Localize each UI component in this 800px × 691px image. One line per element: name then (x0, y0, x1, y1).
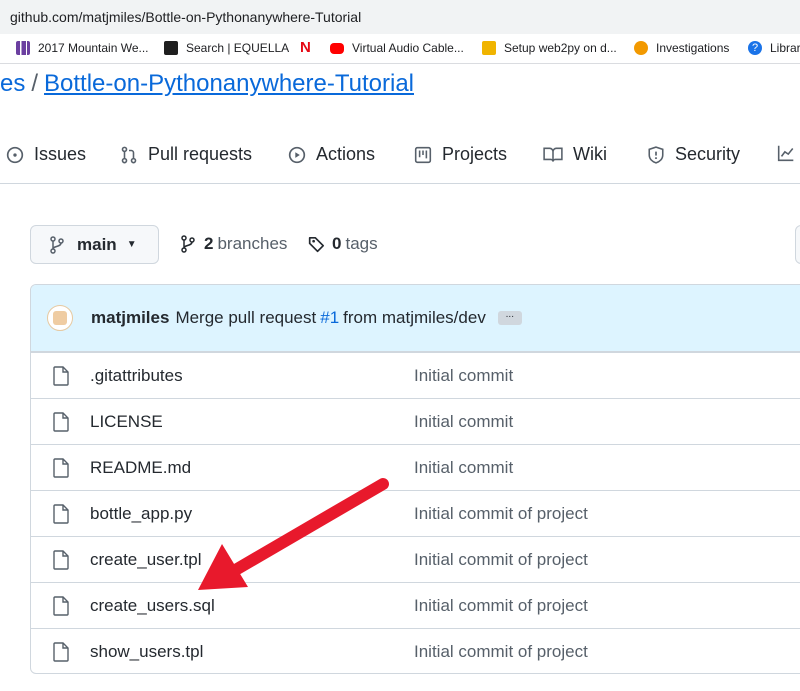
tags-count: 0 (332, 234, 342, 253)
repo-name-link[interactable]: Bottle-on-Pythonanywhere-Tutorial (44, 70, 414, 97)
file-icon (53, 642, 69, 662)
branch-select-button[interactable]: main ▼ (30, 225, 159, 264)
file-name-link[interactable]: create_user.tpl (90, 550, 202, 570)
branches-link[interactable]: 2 branches (180, 234, 287, 254)
tab-actions[interactable]: Actions (288, 144, 375, 165)
bookmark-item[interactable]: ? Librar (748, 41, 800, 55)
file-row[interactable]: bottle_app.py Initial commit of project (31, 490, 800, 536)
bookmark-favicon-icon (164, 41, 178, 55)
file-commit-message-link[interactable]: Initial commit of project (414, 550, 588, 570)
repo-title: es / Bottle-on-Pythonanywhere-Tutorial (0, 70, 414, 98)
file-name-link[interactable]: .gitattributes (90, 366, 183, 386)
book-icon (543, 147, 563, 162)
bookmarks-bar: 2017 Mountain We... Search | EQUELLA N V… (0, 34, 800, 64)
file-row[interactable]: README.md Initial commit (31, 444, 800, 490)
bookmark-favicon-icon (482, 41, 496, 55)
help-icon: ? (748, 41, 762, 55)
file-icon (53, 412, 69, 432)
bookmark-item[interactable]: Virtual Audio Cable... (330, 41, 464, 55)
bookmark-favicon-icon (16, 41, 30, 55)
repo-separator: / (31, 70, 39, 97)
branches-label: branches (217, 234, 288, 253)
file-name-link[interactable]: LICENSE (90, 412, 163, 432)
bookmark-item[interactable]: Setup web2py on d... (482, 41, 617, 55)
tag-icon (308, 236, 325, 253)
file-commit-message-link[interactable]: Initial commit of project (414, 642, 588, 662)
git-branch-icon (50, 235, 64, 254)
file-commit-message-link[interactable]: Initial commit (414, 366, 513, 386)
tab-insights[interactable] (776, 144, 800, 162)
commit-author-link[interactable]: matjmiles (91, 308, 169, 328)
bookmark-item[interactable]: Search | EQUELLA (164, 41, 289, 55)
latest-commit-bar: matjmiles Merge pull request #1 from mat… (31, 285, 800, 352)
file-row[interactable]: show_users.tpl Initial commit of project (31, 628, 800, 673)
shield-icon (648, 145, 664, 164)
avatar[interactable] (47, 305, 73, 331)
file-row[interactable]: .gitattributes Initial commit (31, 352, 800, 398)
netflix-icon: N (300, 39, 311, 56)
tags-label: tags (345, 234, 378, 253)
file-commit-message-link[interactable]: Initial commit (414, 412, 513, 432)
project-table-icon (414, 146, 432, 163)
go-to-file-button[interactable] (795, 225, 800, 264)
file-row[interactable]: create_users.sql Initial commit of projec… (31, 582, 800, 628)
file-name-link[interactable]: README.md (90, 458, 191, 478)
repo-owner-link[interactable]: es (0, 70, 25, 97)
file-commit-message-link[interactable]: Initial commit of project (414, 504, 588, 524)
tags-link[interactable]: 0 tags (308, 234, 378, 254)
commit-message-prefix[interactable]: Merge pull request (175, 308, 316, 328)
play-icon (288, 146, 306, 163)
tab-projects[interactable]: Projects (414, 144, 507, 165)
issue-opened-icon (6, 146, 24, 163)
file-icon (53, 596, 69, 616)
file-name-link[interactable]: bottle_app.py (90, 504, 192, 524)
file-row[interactable]: LICENSE Initial commit (31, 398, 800, 444)
graph-icon (777, 145, 794, 162)
bookmark-item[interactable]: Investigations (634, 41, 729, 55)
file-icon (53, 366, 69, 386)
bookmark-favicon-icon (634, 41, 648, 55)
file-name-link[interactable]: create_users.sql (90, 596, 215, 616)
file-commit-message-link[interactable]: Initial commit (414, 458, 513, 478)
file-name-link[interactable]: show_users.tpl (90, 642, 203, 662)
caret-down-icon: ▼ (126, 239, 137, 250)
tab-issues[interactable]: Issues (6, 144, 86, 165)
commit-expand-button[interactable]: ... (497, 310, 522, 325)
git-pull-request-icon (121, 146, 137, 163)
file-row[interactable]: create_user.tpl Initial commit of project (31, 536, 800, 582)
commit-pr-link[interactable]: #1 (320, 308, 339, 328)
tab-pull-requests[interactable]: Pull requests (120, 144, 252, 165)
file-list: matjmiles Merge pull request #1 from mat… (30, 284, 800, 674)
git-branch-icon (181, 235, 195, 253)
file-commit-message-link[interactable]: Initial commit of project (414, 596, 588, 616)
url-text[interactable]: github.com/matjmiles/Bottle-on-Pythonany… (10, 9, 361, 25)
youtube-icon (330, 42, 344, 54)
branches-count: 2 (204, 234, 214, 253)
tab-wiki[interactable]: Wiki (543, 144, 607, 165)
file-icon (53, 550, 69, 570)
commit-message-suffix[interactable]: from matjmiles/dev (343, 308, 486, 328)
branch-name: main (77, 234, 117, 254)
tab-security[interactable]: Security (647, 144, 740, 165)
browser-url-bar[interactable]: github.com/matjmiles/Bottle-on-Pythonany… (0, 0, 800, 34)
repo-nav-tabs: Issues Pull requests Actions Projects Wi… (0, 126, 800, 184)
bookmark-item[interactable]: N (300, 39, 322, 56)
file-icon (53, 504, 69, 524)
bookmark-item[interactable]: 2017 Mountain We... (16, 41, 149, 55)
file-icon (53, 458, 69, 478)
